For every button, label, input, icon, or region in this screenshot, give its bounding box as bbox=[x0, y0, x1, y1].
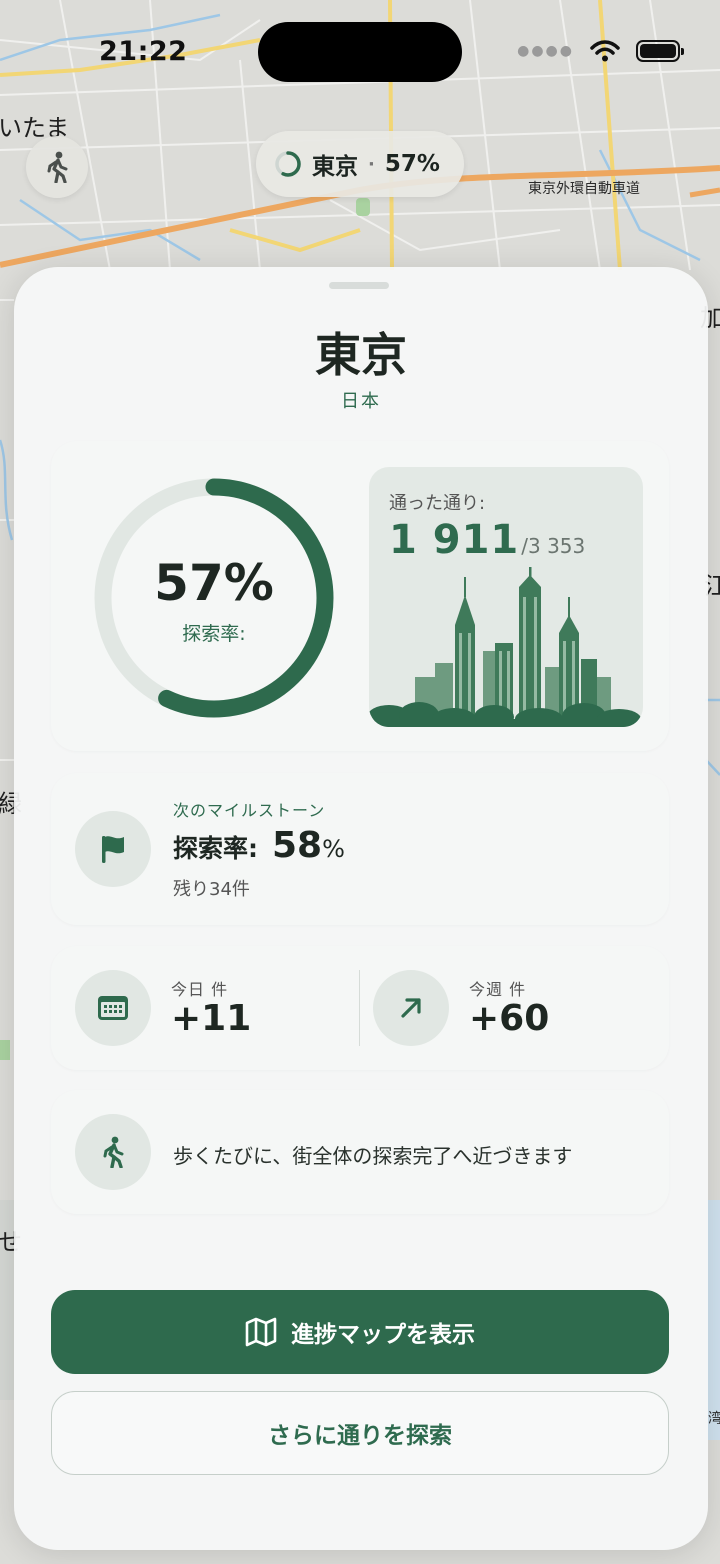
tip-icon-badge bbox=[75, 1114, 151, 1190]
walk-mode-button[interactable] bbox=[26, 136, 88, 198]
country-label: 日本 bbox=[341, 391, 381, 412]
today-icon-badge bbox=[75, 970, 151, 1046]
streets-walked-panel: 通った通り: 1 911 /3 353 bbox=[369, 467, 643, 727]
milestone-unit: % bbox=[322, 835, 345, 863]
status-icons: ●●●● bbox=[517, 40, 684, 62]
pill-separator: · bbox=[368, 153, 375, 175]
milestone-value: 58 bbox=[272, 825, 323, 866]
week-value: +60 bbox=[469, 998, 550, 1039]
arrow-up-right-icon bbox=[401, 998, 421, 1018]
milestone-subtitle: 次のマイルストーン bbox=[173, 801, 326, 820]
wifi-icon bbox=[590, 40, 620, 62]
pill-city-name: 東京 bbox=[312, 154, 358, 180]
walking-tip-card: 歩くたびに、街全体の探索完了へ近づきます bbox=[51, 1090, 669, 1214]
map-label-expressway: 東京外環自動車道 bbox=[528, 181, 640, 197]
today-value: +11 bbox=[171, 998, 252, 1039]
progress-ring-icon bbox=[275, 151, 301, 177]
city-title: 東京 bbox=[315, 328, 407, 382]
flag-icon bbox=[102, 836, 124, 863]
milestone-target: 探索率: 58 % bbox=[173, 825, 345, 866]
walking-person-icon bbox=[47, 151, 68, 183]
city-skyline-illustration bbox=[369, 567, 643, 727]
progress-label: 探索率: bbox=[182, 623, 246, 645]
streets-count: 1 911 /3 353 bbox=[389, 517, 585, 563]
progress-percent: 57% bbox=[154, 554, 274, 612]
explore-more-streets-button[interactable]: さらに通りを探索 bbox=[51, 1391, 669, 1475]
week-icon-badge bbox=[373, 970, 449, 1046]
tip-text: 歩くたびに、街全体の探索完了へ近づきます bbox=[173, 1144, 573, 1168]
streets-total-value: /3 353 bbox=[521, 534, 586, 558]
status-time: 21:22 bbox=[99, 36, 188, 67]
week-label: 今週 件 bbox=[469, 980, 527, 999]
show-progress-map-label: 進捗マップを表示 bbox=[291, 1322, 475, 1348]
walking-person-icon bbox=[103, 1136, 124, 1168]
explore-more-streets-label: さらに通りを探索 bbox=[268, 1423, 452, 1449]
streets-title: 通った通り: bbox=[389, 493, 486, 514]
dynamic-island bbox=[258, 22, 462, 82]
stats-divider bbox=[359, 970, 360, 1046]
progress-card: 57% 探索率: 通った通り: 1 911 /3 353 bbox=[51, 441, 669, 751]
show-progress-map-button[interactable]: 進捗マップを表示 bbox=[51, 1290, 669, 1374]
map-label-edge: 湾 bbox=[708, 1411, 720, 1427]
today-label: 今日 件 bbox=[171, 980, 229, 999]
milestone-icon-badge bbox=[75, 811, 151, 887]
progress-ring: 57% 探索率: bbox=[91, 475, 337, 721]
map-icon bbox=[245, 1317, 277, 1347]
pill-percent: 57% bbox=[384, 151, 440, 177]
milestone-card: 次のマイルストーン 探索率: 58 % 残り34件 bbox=[51, 773, 669, 925]
calendar-icon bbox=[98, 996, 128, 1020]
streets-walked-value: 1 911 bbox=[389, 517, 520, 563]
sheet-grabber[interactable] bbox=[329, 282, 389, 289]
city-progress-pill[interactable]: 東京 · 57% bbox=[256, 131, 464, 197]
city-detail-sheet: 東京 日本 57% 探索率: 通った通り: 1 911 /3 353 次のマイル… bbox=[14, 267, 708, 1550]
milestone-remaining: 残り34件 bbox=[173, 879, 250, 900]
battery-icon bbox=[636, 40, 684, 62]
milestone-label: 探索率: bbox=[173, 834, 258, 863]
activity-stats-card: 今日 件 +11 今週 件 +60 bbox=[51, 946, 669, 1070]
signal-icon: ●●●● bbox=[517, 43, 574, 59]
